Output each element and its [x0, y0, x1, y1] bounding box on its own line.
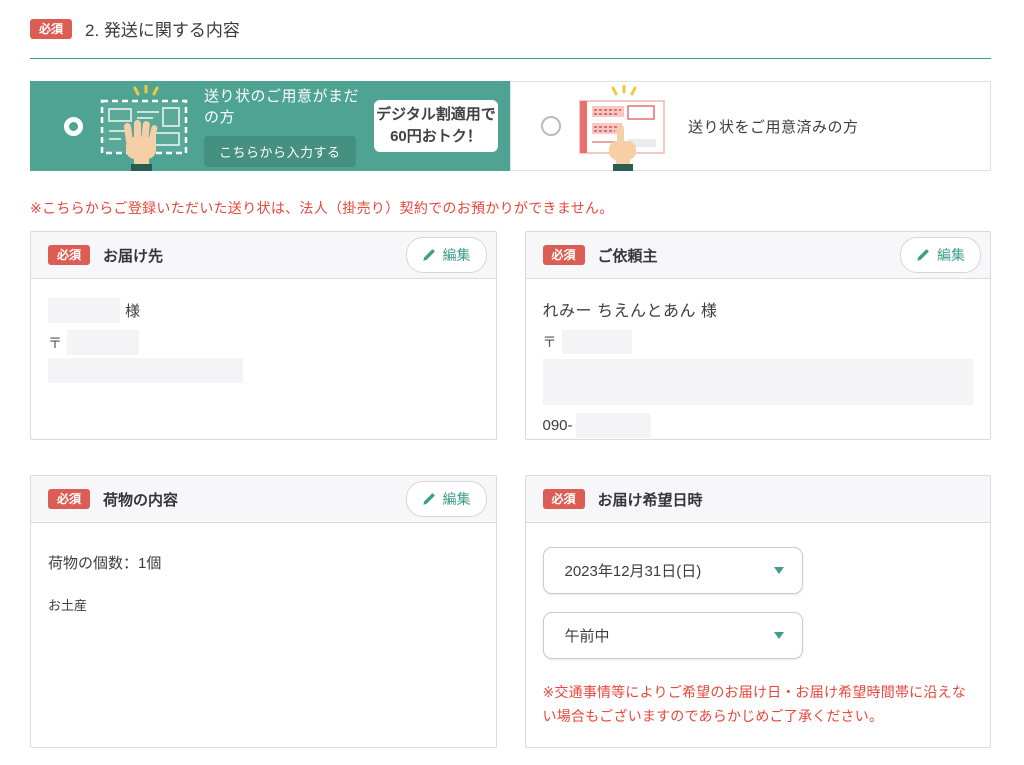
masked-sender-postal: [562, 330, 632, 354]
enter-invoice-button[interactable]: こちらから入力する: [204, 136, 356, 167]
package-card-title: 荷物の内容: [103, 489, 178, 510]
required-badge: 必須: [543, 245, 585, 265]
option-invoice-not-ready[interactable]: 送り状のご用意がまだの方 こちらから入力する デジタル割適用で 60円おトク！: [30, 81, 510, 171]
masked-recipient-address: [48, 358, 243, 383]
edit-label: 編集: [937, 245, 965, 265]
masked-sender-phone: [576, 413, 651, 438]
option-not-ready-label: 送り状のご用意がまだの方: [204, 85, 374, 127]
edit-label: 編集: [443, 489, 471, 509]
sender-card-title: ご依頼主: [598, 245, 658, 266]
required-badge: 必須: [30, 19, 72, 39]
delivery-card-title: お届け希望日時: [598, 489, 703, 510]
pencil-icon: [422, 248, 436, 262]
delivery-card-body: 2023年12月31日(日) 午前中 ※交通事情等によりご希望のお届け日・お届け…: [526, 523, 991, 746]
option-ready-label: 送り状をご用意済みの方: [688, 116, 859, 137]
sender-name: れみー ちえんとあん 様: [543, 297, 974, 321]
package-quantity: 荷物の個数：1個: [48, 552, 479, 573]
summary-cards-grid: 必須 お届け先 編集 様 〒: [30, 231, 991, 748]
sender-card: 必須 ご依頼主 編集 れみー ちえんとあん 様 〒 090-: [525, 231, 992, 440]
package-card-body: 荷物の個数：1個 お土産: [31, 523, 496, 631]
delivery-card-header: 必須 お届け希望日時: [526, 476, 991, 523]
radio-invoice-ready[interactable]: [541, 116, 561, 136]
section-title: 2. 発送に関する内容: [85, 16, 240, 41]
delivery-note: ※交通事情等によりご希望のお届け日・お届け希望時間帯に沿えない場合もございますの…: [543, 681, 974, 729]
recipient-card-title: お届け先: [103, 245, 163, 266]
recipient-card: 必須 お届け先 編集 様 〒: [30, 231, 497, 440]
postal-mark: 〒: [48, 333, 62, 353]
sender-edit-button[interactable]: 編集: [900, 237, 981, 273]
required-badge: 必須: [48, 489, 90, 509]
delivery-time-value: 午前中: [565, 625, 610, 646]
delivery-date-value: 2023年12月31日(日): [565, 560, 702, 581]
promo-line2: 60円おトク！: [390, 126, 482, 148]
sender-card-body: れみー ちえんとあん 様 〒 090-: [526, 279, 991, 440]
required-badge: 必須: [48, 245, 90, 265]
sender-phone-prefix: 090-: [543, 417, 573, 434]
digital-discount-promo: デジタル割適用で 60円おトク！: [374, 100, 498, 152]
package-edit-button[interactable]: 編集: [406, 481, 487, 517]
radio-invoice-not-ready[interactable]: [64, 117, 83, 136]
edit-label: 編集: [443, 245, 471, 265]
invoice-option-banner: 送り状のご用意がまだの方 こちらから入力する デジタル割適用で 60円おトク！: [30, 81, 991, 171]
chevron-down-icon: [774, 632, 784, 639]
registration-note: ※こちらからご登録いただいた送り状は、法人（掛売り）契約でのお預かりができません…: [30, 198, 991, 218]
package-card-header: 必須 荷物の内容 編集: [31, 476, 496, 523]
promo-line1: デジタル割適用で: [376, 104, 496, 126]
option-invoice-ready[interactable]: 送り状をご用意済みの方: [510, 81, 991, 171]
sender-card-header: 必須 ご依頼主 編集: [526, 232, 991, 279]
recipient-card-body: 様 〒: [31, 279, 496, 400]
masked-recipient-name: [48, 298, 120, 323]
package-description: お土産: [48, 595, 479, 614]
section-header: 必須 2. 発送に関する内容: [30, 16, 991, 59]
package-card: 必須 荷物の内容 編集 荷物の個数：1個 お土産: [30, 475, 497, 748]
masked-sender-address: [543, 359, 974, 405]
delivery-card: 必須 お届け希望日時 2023年12月31日(日) 午前中 ※交通事情等によりご…: [525, 475, 992, 748]
delivery-date-select[interactable]: 2023年12月31日(日): [543, 547, 803, 594]
pencil-icon: [422, 492, 436, 506]
masked-recipient-postal: [67, 330, 139, 355]
postal-mark: 〒: [543, 332, 557, 352]
chevron-down-icon: [774, 567, 784, 574]
recipient-honorific: 様: [125, 300, 140, 321]
ready-invoice-illustration: [575, 85, 670, 171]
pencil-icon: [916, 248, 930, 262]
required-badge: 必須: [543, 489, 585, 509]
shipping-form-page: 必須 2. 発送に関する内容: [0, 0, 1024, 748]
write-invoice-illustration: [97, 85, 192, 171]
delivery-time-select[interactable]: 午前中: [543, 612, 803, 659]
recipient-edit-button[interactable]: 編集: [406, 237, 487, 273]
recipient-card-header: 必須 お届け先 編集: [31, 232, 496, 279]
